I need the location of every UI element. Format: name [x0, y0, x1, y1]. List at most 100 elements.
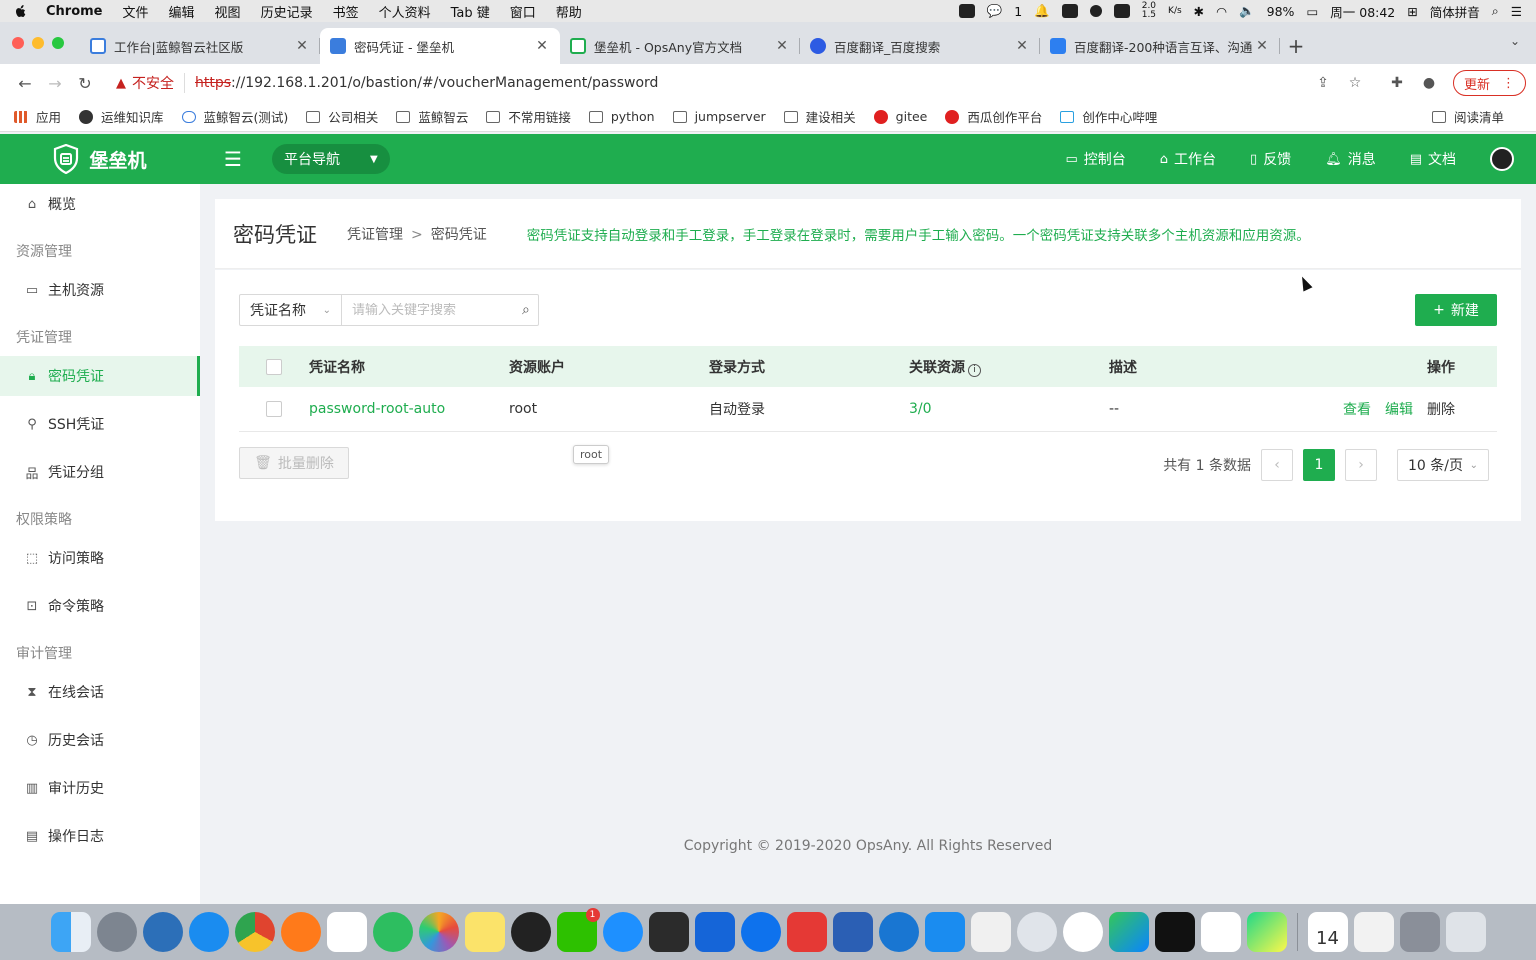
word-icon[interactable]	[832, 912, 873, 952]
batch-delete-button[interactable]: 🗑︎ 批量删除	[239, 447, 349, 479]
user-avatar[interactable]	[1490, 147, 1514, 171]
credential-name-link[interactable]: password-root-auto	[309, 401, 509, 417]
platform-nav-dropdown[interactable]: 平台导航 ▼	[272, 144, 390, 174]
breadcrumb-item-credential[interactable]: 凭证管理	[347, 227, 403, 243]
search-field-select[interactable]: 凭证名称 ⌄	[240, 295, 342, 325]
select-all-checkbox[interactable]	[266, 358, 282, 375]
messages-icon[interactable]	[602, 912, 643, 952]
bookmark-bk[interactable]: 蓝鲸智云	[396, 107, 468, 126]
apple-icon[interactable]	[14, 4, 28, 18]
dingtalk-icon[interactable]	[924, 912, 965, 952]
forward-button[interactable]: →	[40, 68, 70, 98]
launchpad-icon[interactable]	[96, 912, 137, 952]
menu-bookmarks[interactable]: 书签	[333, 2, 359, 21]
bookmark-rare-links[interactable]: 不常用链接	[486, 107, 571, 126]
sidebar-item-group[interactable]: 品凭证分组	[0, 452, 200, 492]
update-button[interactable]: 更新 ⋮	[1452, 70, 1526, 96]
extensions-icon[interactable]: ✚	[1383, 69, 1411, 97]
search-icon[interactable]: ⌕	[522, 302, 530, 318]
wps-icon[interactable]	[786, 912, 827, 952]
screen-record-icon[interactable]	[1061, 4, 1078, 18]
close-tab-icon[interactable]: ✕	[774, 38, 790, 54]
ime-label[interactable]: 简体拼音	[1430, 2, 1480, 21]
menu-help[interactable]: 帮助	[556, 2, 582, 21]
finder-icon[interactable]	[50, 912, 91, 952]
safari-icon[interactable]	[188, 912, 229, 952]
close-tab-icon[interactable]: ✕	[534, 38, 550, 54]
minimize-window-button[interactable]	[32, 37, 44, 49]
insecure-label[interactable]: 不安全	[132, 73, 185, 93]
search-input[interactable]	[352, 302, 522, 318]
typora-icon[interactable]	[326, 912, 367, 952]
control-center-icon[interactable]: ☰	[1511, 4, 1522, 19]
infuse-icon[interactable]	[1108, 912, 1149, 952]
close-tab-icon[interactable]: ✕	[1014, 38, 1030, 54]
headphones-icon[interactable]	[1089, 5, 1102, 17]
prev-page-button[interactable]: ‹	[1261, 449, 1293, 481]
sidebar-item-history-session[interactable]: ◷ 历史会话	[0, 720, 200, 760]
firefox-icon[interactable]	[280, 912, 321, 952]
close-window-button[interactable]	[12, 37, 24, 49]
reading-list[interactable]: 阅读清单	[1431, 107, 1504, 126]
cell-resources-link[interactable]: 3/0	[909, 401, 1109, 417]
tab-workbench[interactable]: 工作台|蓝鲸智云社区版 ✕	[80, 28, 320, 64]
next-page-button[interactable]: ›	[1345, 449, 1377, 481]
delete-action[interactable]: 删除	[1427, 399, 1455, 419]
lark-icon[interactable]	[694, 912, 735, 952]
row-checkbox[interactable]	[266, 401, 282, 417]
page-number-button[interactable]: 1	[1303, 449, 1335, 481]
spotlight-icon[interactable]: ⌕	[1492, 3, 1499, 19]
sidebar-item-host[interactable]: ▭ 主机资源	[0, 270, 200, 310]
bookmark-bk-test[interactable]: 蓝鲸智云(测试)	[181, 107, 288, 126]
teamviewer-icon[interactable]	[740, 912, 781, 952]
bluetooth-icon[interactable]: ✱	[1194, 4, 1204, 19]
app-logo[interactable]: 堡垒机	[0, 144, 200, 174]
header-link-feedback[interactable]: ▯ 反馈	[1250, 149, 1291, 169]
terminal-app-icon[interactable]	[648, 912, 689, 952]
bookmark-xigua[interactable]: 西瓜创作平台	[945, 107, 1042, 126]
menu-app-name[interactable]: Chrome	[46, 4, 103, 19]
vscode-icon[interactable]	[1200, 912, 1241, 952]
battery-icon[interactable]: ▭	[1306, 4, 1318, 19]
info-icon[interactable]: i	[968, 363, 981, 377]
grid-status-icon[interactable]	[1113, 4, 1130, 18]
tab-opsany-docs[interactable]: 堡垒机 - OpsAny官方文档 ✕	[560, 28, 800, 64]
chrome-icon[interactable]	[234, 912, 275, 952]
close-tab-icon[interactable]: ✕	[1254, 38, 1270, 54]
address-bar[interactable]: ▲ 不安全 https ://192.168.1.201/o/bastion/#…	[106, 68, 1305, 98]
sidebar-item-audit-history[interactable]: ▥ 审计历史	[0, 768, 200, 808]
menu-tab[interactable]: Tab 键	[451, 2, 490, 21]
bookmark-gitee[interactable]: gitee	[873, 109, 927, 124]
iterm-icon[interactable]	[1154, 912, 1195, 952]
bookmark-apps[interactable]: 应用	[14, 107, 61, 126]
bookmark-company[interactable]: 公司相关	[306, 107, 378, 126]
tab-password-credential[interactable]: 密码凭证 - 堡垒机 ✕	[320, 28, 560, 64]
trash-can-icon[interactable]	[1445, 912, 1486, 952]
sidebar-item-access[interactable]: ⬚ 访问策略	[0, 538, 200, 578]
view-action[interactable]: 查看	[1343, 399, 1371, 419]
new-tab-button[interactable]: +	[1280, 28, 1312, 64]
tab-baidu-search[interactable]: 百度翻译_百度搜索 ✕	[800, 28, 1040, 64]
sidebar-item-password[interactable]: 🔒︎ 密码凭证	[0, 356, 200, 396]
bookmark-construction[interactable]: 建设相关	[783, 107, 856, 126]
pycharm-icon[interactable]	[1246, 912, 1287, 952]
menu-profile[interactable]: 个人资料	[379, 2, 431, 21]
network-icon[interactable]	[1016, 912, 1057, 952]
sidebar-item-op-log[interactable]: ▤ 操作日志	[0, 816, 200, 856]
sidebar-item-ssh[interactable]: ⚲ SSH凭证	[0, 404, 200, 444]
share-icon[interactable]: ⇪	[1309, 69, 1337, 97]
qq-browser-icon[interactable]	[142, 912, 183, 952]
reload-button[interactable]: ↻	[70, 68, 100, 98]
close-tab-icon[interactable]: ✕	[294, 38, 310, 54]
tab-search-chevron-icon[interactable]: ⌄	[1510, 34, 1520, 48]
bookmark-ops-kb[interactable]: 运维知识库	[79, 107, 164, 126]
menu-history[interactable]: 历史记录	[261, 2, 313, 21]
ime-icon[interactable]: ⊞	[1407, 4, 1417, 19]
calendar-icon[interactable]: 14	[1307, 912, 1348, 952]
menu-window[interactable]: 窗口	[510, 2, 536, 21]
fullscreen-window-button[interactable]	[52, 37, 64, 49]
status-app-icon[interactable]	[958, 4, 975, 18]
menu-file[interactable]: 文件	[123, 2, 149, 21]
page-size-select[interactable]: 10 条/页 ⌄	[1397, 449, 1489, 481]
wechat-status-icon[interactable]: 💬	[987, 3, 1003, 19]
